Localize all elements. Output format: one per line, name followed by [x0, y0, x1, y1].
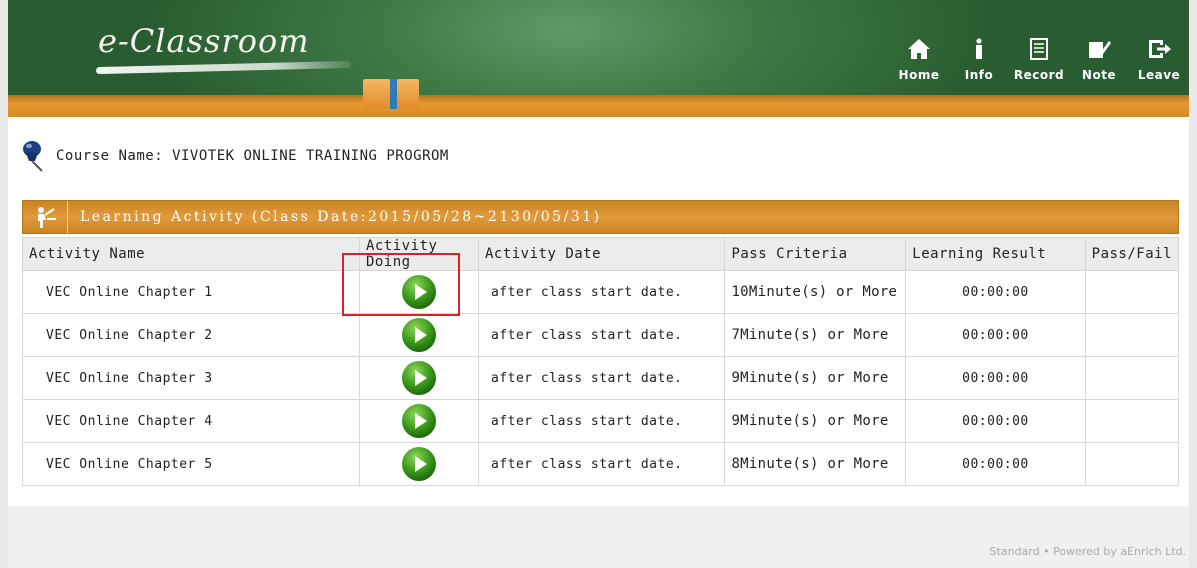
learning-activity-title: Learning Activity (Class Date:2015/05/28…: [80, 209, 602, 225]
header: e-Classroom Home Info Record Note Leave: [8, 0, 1189, 117]
page: e-Classroom Home Info Record Note Leave …: [8, 0, 1189, 568]
col-activity-name: Activity Name: [22, 237, 360, 271]
chalk-shelf: [8, 95, 1189, 117]
pass-criteria: 7Minute(s) or More: [724, 313, 907, 357]
col-learning-result: Learning Result: [905, 237, 1086, 271]
pass-criteria: 8Minute(s) or More: [724, 442, 907, 486]
home-icon: [908, 39, 930, 59]
play-icon: [401, 361, 436, 395]
table-row: VEC Online Chapter 1 after class start d…: [22, 270, 1180, 314]
nav-home-label: Home: [898, 68, 940, 82]
app-logo[interactable]: e-Classroom: [98, 22, 310, 60]
learning-activity-bar: Learning Activity (Class Date:2015/05/28…: [22, 200, 1179, 234]
pass-criteria: 9Minute(s) or More: [724, 356, 907, 400]
activity-name: VEC Online Chapter 5: [22, 442, 360, 486]
nav-record[interactable]: Record: [1009, 38, 1069, 83]
eraser-icon: [363, 79, 419, 109]
pass-fail: [1084, 399, 1180, 443]
nav-home[interactable]: Home: [889, 38, 949, 83]
learning-result: 00:00:00: [905, 313, 1086, 357]
activity-date: after class start date.: [477, 356, 726, 400]
nav-note-label: Note: [1081, 68, 1117, 82]
footer-credit: Standard • Powered by aEnrich Ltd.: [989, 545, 1186, 558]
nav-record-label: Record: [1013, 68, 1065, 82]
course-info: Course Name: VIVOTEK ONLINE TRAINING PRO…: [20, 139, 449, 173]
teacher-icon: [23, 201, 68, 233]
main-content: Course Name: VIVOTEK ONLINE TRAINING PRO…: [8, 117, 1189, 506]
activity-date: after class start date.: [477, 399, 726, 443]
activity-date: after class start date.: [477, 270, 726, 314]
play-button-chapter-5[interactable]: [401, 446, 437, 482]
pass-fail: [1084, 442, 1180, 486]
play-button-chapter-1[interactable]: [401, 274, 437, 310]
pushpin-icon: [23, 141, 43, 172]
pass-fail: [1084, 270, 1180, 314]
play-button-chapter-4[interactable]: [401, 403, 437, 439]
play-icon: [401, 447, 436, 481]
learning-result: 00:00:00: [905, 442, 1086, 486]
nav-leave-label: Leave: [1137, 68, 1181, 82]
activity-date: after class start date.: [477, 313, 726, 357]
table-row: VEC Online Chapter 5 after class start d…: [22, 442, 1180, 486]
note-icon: [1089, 41, 1111, 58]
activity-name: VEC Online Chapter 3: [22, 356, 360, 400]
play-icon: [401, 404, 436, 438]
col-pass-fail: Pass/Fail: [1084, 237, 1180, 271]
play-button-chapter-2[interactable]: [401, 317, 437, 353]
col-activity-doing: Activity Doing: [358, 237, 479, 271]
activity-name: VEC Online Chapter 2: [22, 313, 360, 357]
activity-name: VEC Online Chapter 1: [22, 270, 360, 314]
chalk-stroke: [95, 60, 352, 75]
learning-result: 00:00:00: [905, 399, 1086, 443]
activity-table: Activity Name Activity Doing Activity Da…: [22, 237, 1180, 486]
col-activity-date: Activity Date: [477, 237, 726, 271]
table-row: VEC Online Chapter 3 after class start d…: [22, 356, 1180, 400]
learning-result: 00:00:00: [905, 270, 1086, 314]
play-icon: [401, 318, 436, 352]
pass-fail: [1084, 313, 1180, 357]
activity-date: after class start date.: [477, 442, 726, 486]
nav-info[interactable]: Info: [949, 38, 1009, 83]
table-row: VEC Online Chapter 4 after class start d…: [22, 399, 1180, 443]
leave-icon: [1149, 40, 1171, 58]
info-icon: [976, 38, 982, 59]
pass-criteria: 9Minute(s) or More: [724, 399, 907, 443]
play-icon: [401, 275, 436, 309]
course-name: Course Name: VIVOTEK ONLINE TRAINING PRO…: [56, 148, 449, 164]
nav-note[interactable]: Note: [1069, 38, 1129, 83]
nav-leave[interactable]: Leave: [1129, 38, 1189, 83]
activity-name: VEC Online Chapter 4: [22, 399, 360, 443]
nav-info-label: Info: [964, 68, 994, 82]
col-pass-criteria: Pass Criteria: [724, 237, 907, 271]
play-button-chapter-3[interactable]: [401, 360, 437, 396]
pass-criteria: 10Minute(s) or More: [724, 270, 907, 314]
table-header-row: Activity Name Activity Doing Activity Da…: [22, 237, 1180, 271]
pass-fail: [1084, 356, 1180, 400]
top-nav: Home Info Record Note Leave: [889, 38, 1189, 83]
learning-result: 00:00:00: [905, 356, 1086, 400]
record-icon: [1030, 38, 1048, 60]
table-row: VEC Online Chapter 2 after class start d…: [22, 313, 1180, 357]
